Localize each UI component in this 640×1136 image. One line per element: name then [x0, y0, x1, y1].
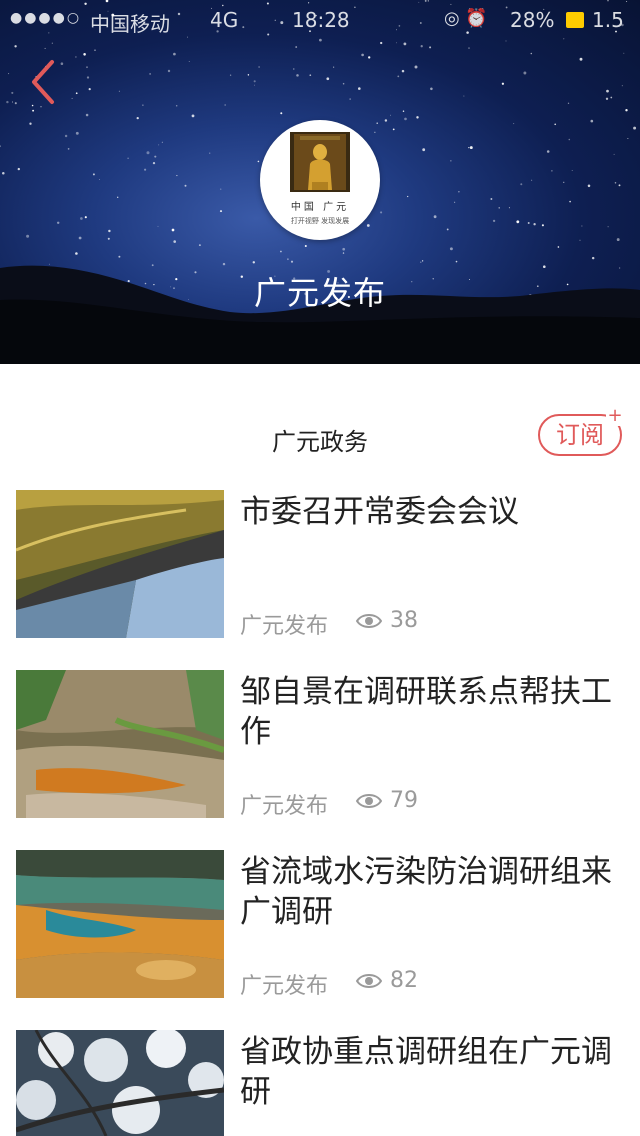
article-thumbnail — [16, 850, 224, 998]
section-title: 广元政务 — [272, 428, 368, 456]
status-bar: ●●●●○ 中国移动 4G 18:28 ◎ ⏰ 28% 1.5 — [0, 0, 640, 40]
news-item[interactable]: 省政协重点调研组在广元调研 — [0, 1030, 640, 1136]
section-header: 广元政务 订阅 + — [0, 364, 640, 474]
eye-icon — [356, 794, 382, 808]
battery-icon — [566, 12, 584, 28]
view-count: 82 — [390, 968, 418, 993]
article-source: 广元发布 — [240, 614, 329, 639]
view-count: 79 — [390, 788, 418, 813]
view-count: 38 — [390, 608, 418, 633]
buddha-statue-image — [290, 132, 350, 192]
news-item[interactable]: 市委召开常委会会议 广元发布 38 — [0, 490, 640, 650]
article-title: 市委召开常委会会议 — [240, 494, 519, 530]
plus-icon: + — [606, 405, 624, 426]
carrier-name: 中国移动 — [90, 12, 170, 36]
signal-strength: ●●●●○ — [10, 10, 82, 26]
page: ●●●●○ 中国移动 4G 18:28 ◎ ⏰ 28% 1.5 中国 广元 打开… — [0, 0, 640, 1136]
channel-name: 广元发布 — [253, 274, 386, 312]
battery-percent: 28% — [510, 8, 555, 32]
network-type: 4G — [210, 8, 239, 32]
alarm-icon: ◎ ⏰ — [444, 8, 488, 29]
logo-caption: 中国 广元 — [290, 202, 350, 213]
chevron-left-icon — [32, 60, 54, 104]
article-thumbnail — [16, 670, 224, 818]
article-source: 广元发布 — [240, 974, 329, 999]
channel-logo: 中国 广元 打开视野 发现发展 — [260, 120, 380, 240]
article-thumbnail — [16, 490, 224, 638]
back-button[interactable] — [24, 56, 68, 108]
clock: 18:28 — [292, 8, 350, 32]
news-item[interactable]: 省流域水污染防治调研组来广调研 广元发布 82 — [0, 850, 640, 1010]
status-extra: 1.5 — [592, 8, 624, 32]
eye-icon — [356, 974, 382, 988]
news-item[interactable]: 邹自景在调研联系点帮扶工作 广元发布 79 — [0, 670, 640, 830]
article-title: 省政协重点调研组在广元调研 — [240, 1034, 612, 1110]
article-title: 邹自景在调研联系点帮扶工作 — [240, 674, 612, 750]
eye-icon — [356, 614, 382, 628]
article-source: 广元发布 — [240, 794, 329, 819]
channel-hero: ●●●●○ 中国移动 4G 18:28 ◎ ⏰ 28% 1.5 中国 广元 打开… — [0, 0, 640, 364]
article-thumbnail — [16, 1030, 224, 1136]
article-title: 省流域水污染防治调研组来广调研 — [240, 854, 612, 930]
logo-slogan: 打开视野 发现发展 — [290, 217, 350, 225]
